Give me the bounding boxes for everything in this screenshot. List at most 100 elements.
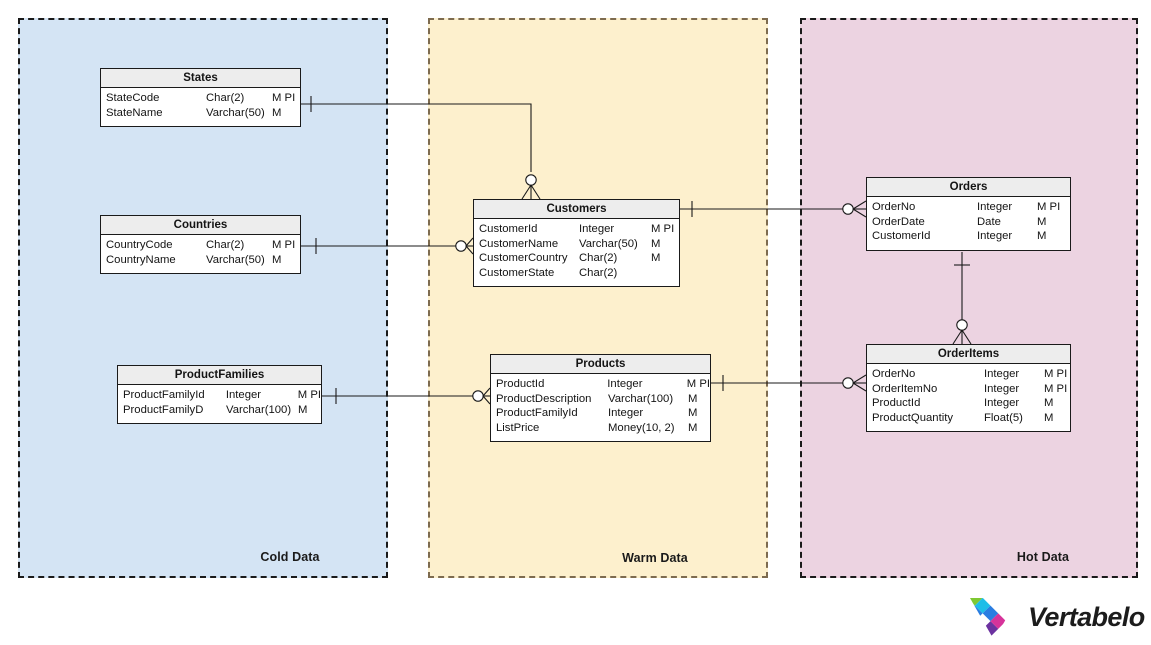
attribute-flags: M	[1044, 397, 1054, 409]
attribute-row: StateName Varchar(50) M	[101, 107, 300, 122]
attribute-name: ProductQuantity	[872, 411, 954, 424]
attribute-row: OrderItemNo Integer M PI	[867, 383, 1070, 398]
zone-warm	[428, 18, 768, 578]
attribute-type: Integer	[984, 382, 1020, 395]
attribute-name: OrderItemNo	[872, 382, 938, 395]
entity-states[interactable]: States StateCode Char(2) M PI StateName Varch…	[100, 68, 301, 127]
attribute-name: StateCode	[106, 92, 160, 104]
attribute-name: CustomerState	[479, 266, 555, 279]
attribute-name: OrderNo	[872, 368, 916, 380]
attribute-name: CustomerId	[872, 230, 931, 242]
attribute-flags: M	[651, 237, 661, 250]
attribute-name: ListPrice	[496, 421, 540, 434]
vertabelo-logo-mark	[970, 598, 1018, 640]
attribute-row: ProductFamilyId Integer M	[491, 407, 710, 422]
attribute-row: OrderNo Integer M PI	[867, 368, 1070, 383]
attribute-flags: M	[688, 421, 698, 434]
zone-label-warm: Warm Data	[622, 551, 688, 565]
attribute-type: Char(2)	[206, 239, 245, 251]
attribute-row: CountryCode Char(2) M PI	[101, 239, 300, 254]
zone-label-cold: Cold Data	[260, 550, 320, 564]
attribute-name: OrderDate	[872, 215, 925, 228]
attribute-flags: M PI	[1044, 368, 1068, 380]
attribute-row: CustomerId Integer M	[867, 230, 1070, 245]
attribute-row: CustomerCountry Char(2) M	[474, 252, 679, 267]
attribute-flags: M	[651, 252, 661, 264]
attribute-row: ProductFamilyD Varchar(100) M	[118, 404, 321, 419]
attribute-type: Integer	[579, 223, 615, 235]
attribute-flags: M	[688, 407, 698, 419]
attribute-flags: M	[272, 106, 282, 119]
attribute-name: CustomerCountry	[479, 252, 568, 264]
attribute-row: ProductDescription Varchar(100) M	[491, 393, 710, 408]
attribute-name: ProductId	[872, 397, 921, 409]
attribute-row: CustomerName Varchar(50) M	[474, 238, 679, 253]
attribute-name: CountryName	[106, 253, 176, 266]
attribute-flags: M PI	[651, 223, 675, 235]
attribute-row: StateCode Char(2) M PI	[101, 92, 300, 107]
entity-productfamilies[interactable]: ProductFamilies ProductFamilyId Integer M P…	[117, 365, 322, 424]
attribute-name: CountryCode	[106, 239, 173, 251]
entity-attributes-productfamilies: ProductFamilyId Integer M PI ProductFamilyD…	[118, 385, 321, 423]
entity-attributes-orderitems: OrderNo Integer M PI OrderItemNo Integer M PI…	[867, 364, 1070, 431]
attribute-row: CustomerId Integer M PI	[474, 223, 679, 238]
entity-attributes-states: StateCode Char(2) M PI StateName Varchar(50)…	[101, 88, 300, 126]
attribute-name: ProductDescription	[496, 392, 592, 405]
attribute-name: OrderNo	[872, 201, 916, 213]
attribute-type: Integer	[977, 201, 1013, 213]
attribute-type: Date	[977, 215, 1001, 228]
attribute-name: ProductFamilyD	[123, 403, 204, 416]
entity-title-products: Products	[491, 355, 710, 374]
attribute-name: CustomerName	[479, 237, 559, 250]
attribute-flags: M	[298, 403, 308, 416]
attribute-type: Integer	[984, 368, 1020, 380]
attribute-type: Varchar(50)	[206, 106, 265, 119]
attribute-name: ProductFamilyId	[496, 407, 578, 419]
attribute-row: ProductFamilyId Integer M PI	[118, 389, 321, 404]
entity-title-customers: Customers	[474, 200, 679, 219]
attribute-flags: M PI	[297, 389, 321, 401]
entity-products[interactable]: Products ProductId Integer M PI ProductDescr…	[490, 354, 711, 442]
attribute-flags: M	[688, 392, 698, 405]
entity-title-states: States	[101, 69, 300, 88]
attribute-flags: M	[272, 253, 282, 266]
zone-hot	[800, 18, 1138, 578]
attribute-type: Money(10, 2)	[608, 421, 675, 434]
attribute-type: Integer	[607, 378, 643, 390]
attribute-name: StateName	[106, 106, 163, 119]
attribute-name: ProductId	[496, 378, 545, 390]
attribute-type: Integer	[608, 407, 644, 419]
entity-title-orders: Orders	[867, 178, 1070, 197]
vertabelo-logo: Vertabelo	[968, 596, 1145, 645]
attribute-row: CountryName Varchar(50) M	[101, 254, 300, 269]
er-diagram-canvas: Cold Data Warm Data Hot Data States Stat…	[0, 0, 1151, 645]
attribute-type: Varchar(100)	[226, 403, 292, 416]
attribute-row: OrderNo Integer M PI	[867, 201, 1070, 216]
zone-label-hot: Hot Data	[1016, 550, 1070, 564]
attribute-row: ProductId Integer M	[867, 397, 1070, 412]
entity-attributes-orders: OrderNo Integer M PI OrderDate Date M Customer…	[867, 197, 1070, 250]
attribute-row: ListPrice Money(10, 2) M	[491, 422, 710, 437]
entity-orders[interactable]: Orders OrderNo Integer M PI OrderDate Date M Cu…	[866, 177, 1071, 251]
attribute-name: CustomerId	[479, 223, 538, 235]
attribute-type: Varchar(50)	[206, 253, 265, 266]
entity-title-orderitems: OrderItems	[867, 345, 1070, 364]
entity-title-productfamilies: ProductFamilies	[118, 366, 321, 385]
attribute-type: Float(5)	[984, 411, 1023, 424]
attribute-type: Varchar(100)	[608, 392, 674, 405]
attribute-row: CustomerState Char(2)	[474, 267, 679, 282]
attribute-flags: M PI	[686, 378, 710, 390]
entity-customers[interactable]: Customers CustomerId Integer M PI CustomerNa…	[473, 199, 680, 287]
entity-countries[interactable]: Countries CountryCode Char(2) M PI CountryNa…	[100, 215, 301, 274]
entity-orderitems[interactable]: OrderItems OrderNo Integer M PI OrderItemNo I…	[866, 344, 1071, 432]
attribute-type: Char(2)	[206, 92, 245, 104]
attribute-type: Integer	[977, 230, 1013, 242]
entity-attributes-customers: CustomerId Integer M PI CustomerName Varchar…	[474, 219, 679, 286]
attribute-flags: M PI	[1037, 201, 1061, 213]
attribute-name: ProductFamilyId	[123, 389, 205, 401]
attribute-row: ProductId Integer M PI	[491, 378, 710, 393]
attribute-flags: M PI	[272, 92, 296, 104]
attribute-type: Char(2)	[579, 252, 618, 264]
attribute-type: Char(2)	[579, 266, 618, 279]
attribute-flags: M	[1044, 411, 1054, 424]
